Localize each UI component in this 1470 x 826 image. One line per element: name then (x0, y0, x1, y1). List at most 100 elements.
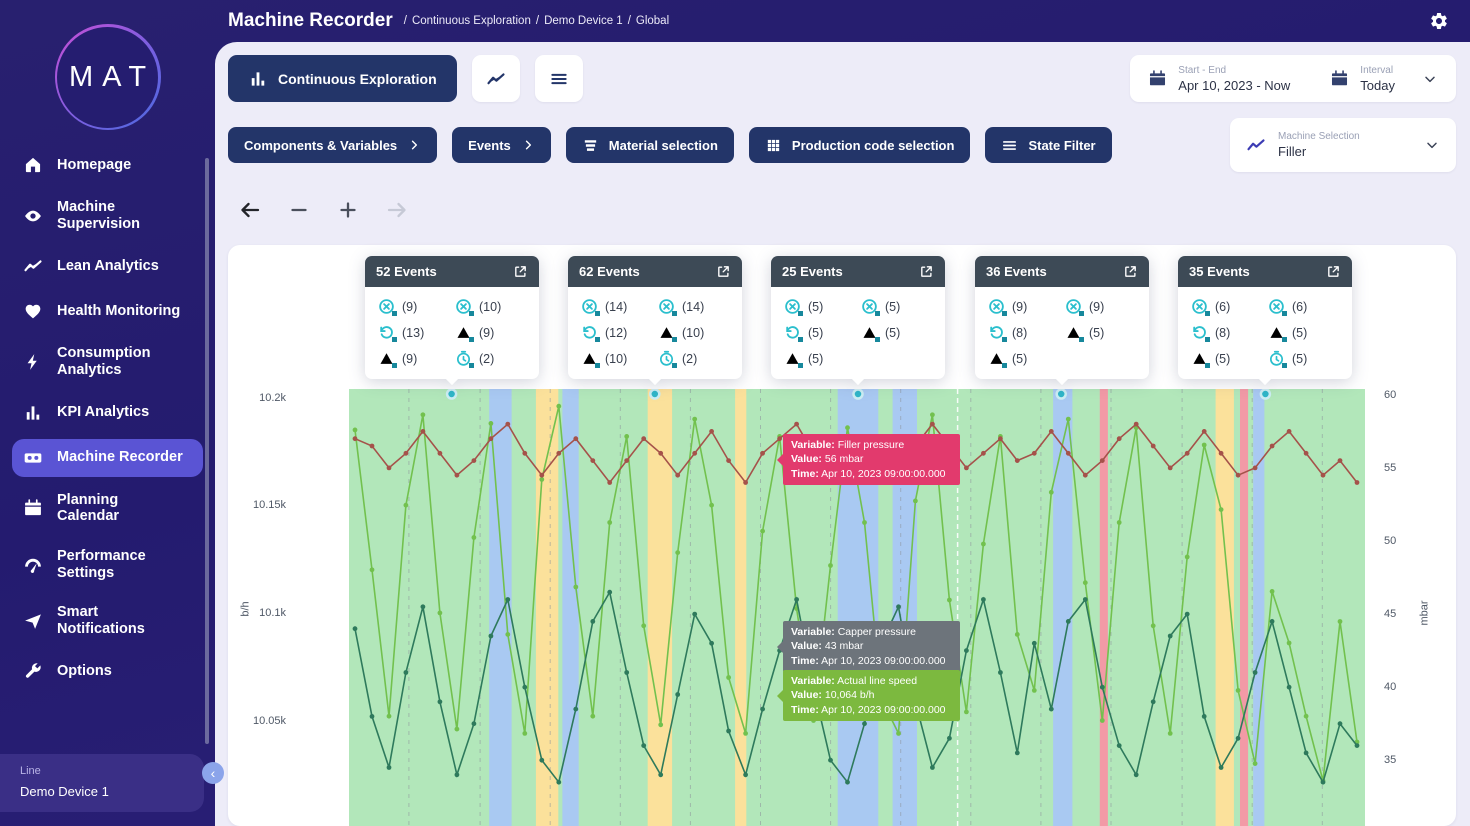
open-events-icon[interactable] (1123, 264, 1138, 279)
open-events-icon[interactable] (513, 264, 528, 279)
right-axis-tick: 60 (1384, 389, 1424, 401)
event-popover: 62 Events (14) (12) (10) (14) (10) (2) (568, 256, 742, 379)
chevron-right-icon (407, 138, 421, 152)
triangle-icon (988, 350, 1005, 367)
event-count-item: (5) (784, 322, 855, 343)
machine-selection-dropdown[interactable]: Machine Selection Filler (1230, 118, 1456, 172)
list-view-button[interactable] (535, 55, 583, 102)
sidebar-item-label: Lean Analytics (57, 258, 183, 275)
history-icon (784, 324, 801, 341)
bar-chart-icon (248, 69, 268, 89)
x-circle-icon (378, 298, 395, 315)
event-popover-title: 52 Events (376, 264, 437, 279)
open-events-icon[interactable] (1326, 264, 1341, 279)
event-popover: 25 Events (5) (5) (5) (5) (5) (771, 256, 945, 379)
sidebar-item-label: Health Monitoring (57, 303, 183, 320)
clock-icon (658, 350, 675, 367)
sidebar-item-machine-supervision[interactable]: Machine Supervision (12, 191, 203, 240)
components-variables-filter[interactable]: Components & Variables (228, 127, 437, 163)
triangle-icon (658, 324, 675, 341)
forward-arrow-button[interactable] (384, 197, 410, 223)
x-circle-icon (658, 298, 675, 315)
topbar: Machine Recorder /Continuous Exploration… (215, 0, 1470, 42)
interval-label: Interval (1360, 65, 1395, 76)
sidebar-item-homepage[interactable]: Homepage (12, 146, 203, 184)
interval-picker[interactable]: Interval Today (1330, 65, 1438, 93)
event-count-item: (14) (658, 296, 729, 317)
sidebar-item-consumption-analytics[interactable]: Consumption Analytics (12, 337, 203, 386)
event-count-item: (2) (455, 348, 526, 369)
event-popover-title: 35 Events (1189, 264, 1250, 279)
date-range-picker[interactable]: Start - End Apr 10, 2023 - Now (1148, 65, 1290, 93)
sidebar-item-machine-recorder[interactable]: Machine Recorder (12, 439, 203, 477)
line-chart-icon (1246, 135, 1266, 155)
chevron-right-icon (521, 138, 535, 152)
chevron-down-icon (1424, 137, 1440, 153)
sidebar-item-smart-notifications[interactable]: Smart Notifications (12, 596, 203, 645)
event-popover-title: 36 Events (986, 264, 1047, 279)
state-filter[interactable]: State Filter (985, 127, 1111, 163)
settings-gear-icon[interactable] (1429, 11, 1449, 31)
wrench-icon (23, 662, 43, 682)
triangle-icon (1065, 324, 1082, 341)
send-icon (23, 611, 43, 631)
bars-icon (23, 403, 43, 423)
production-code-filter[interactable]: Production code selection (749, 127, 971, 163)
x-circle-icon (581, 298, 598, 315)
sidebar-scrollbar[interactable] (205, 158, 209, 744)
breadcrumb-item[interactable]: Global (636, 15, 669, 27)
interval-value: Today (1360, 78, 1395, 93)
event-count-item: (5) (784, 348, 855, 369)
chart-tooltip: Variable: Actual line speed Value: 10,06… (783, 670, 960, 721)
event-count-item: (9) (378, 348, 449, 369)
sidebar-collapse-button[interactable]: ‹ (202, 762, 224, 784)
events-filter[interactable]: Events (452, 127, 551, 163)
sidebar-item-kpi-analytics[interactable]: KPI Analytics (12, 394, 203, 432)
event-count-item: (5) (1191, 348, 1262, 369)
event-count-item: (6) (1268, 296, 1339, 317)
event-count-item: (8) (988, 322, 1059, 343)
x-circle-icon (1065, 298, 1082, 315)
event-count-item: (12) (581, 322, 652, 343)
event-count-item: (9) (988, 296, 1059, 317)
sidebar-item-label: Machine Recorder (57, 449, 183, 466)
machine-selection-value: Filler (1278, 144, 1360, 159)
event-count-item: (10) (658, 322, 729, 343)
event-count-item: (5) (861, 296, 932, 317)
event-count-item: (10) (455, 296, 526, 317)
device-selector[interactable]: Line Demo Device 1 (0, 754, 204, 812)
chart-card: b/h mbar 52 Events (9) (13) (9) (10) (228, 245, 1456, 826)
triangle-icon (378, 350, 395, 367)
open-events-icon[interactable] (919, 264, 934, 279)
breadcrumb-item[interactable]: Continuous Exploration (412, 15, 531, 27)
continuous-exploration-label: Continuous Exploration (278, 71, 437, 87)
zoom-in-button[interactable] (335, 197, 361, 223)
line-chart-icon (486, 69, 506, 89)
event-count-item: (2) (658, 348, 729, 369)
event-popover-title: 62 Events (579, 264, 640, 279)
breadcrumb-item[interactable]: Demo Device 1 (544, 15, 623, 27)
continuous-exploration-button[interactable]: Continuous Exploration (228, 55, 457, 102)
event-count-item: (5) (861, 322, 932, 343)
right-axis-tick: 50 (1384, 535, 1424, 547)
open-events-icon[interactable] (716, 264, 731, 279)
event-count-item: (14) (581, 296, 652, 317)
back-arrow-button[interactable] (237, 197, 263, 223)
triangle-icon (784, 350, 801, 367)
x-circle-icon (1191, 298, 1208, 315)
calendar-icon (1330, 69, 1349, 88)
sidebar-item-performance-settings[interactable]: Performance Settings (12, 540, 203, 589)
trend-view-button[interactable] (472, 55, 520, 102)
heart-icon (23, 301, 43, 321)
zoom-out-button[interactable] (286, 197, 312, 223)
sidebar: MAT Homepage Machine Supervision Lean An… (0, 0, 215, 826)
material-selection-filter[interactable]: Material selection (566, 127, 734, 163)
sidebar-item-lean-analytics[interactable]: Lean Analytics (12, 247, 203, 285)
sidebar-item-planning-calendar[interactable]: Planning Calendar (12, 484, 203, 533)
sidebar-item-options[interactable]: Options (12, 653, 203, 691)
history-icon (378, 324, 395, 341)
sidebar-nav: Homepage Machine Supervision Lean Analyt… (0, 146, 215, 691)
date-range-value: Apr 10, 2023 - Now (1178, 78, 1290, 93)
sidebar-item-health-monitoring[interactable]: Health Monitoring (12, 292, 203, 330)
sidebar-item-label: KPI Analytics (57, 404, 183, 421)
